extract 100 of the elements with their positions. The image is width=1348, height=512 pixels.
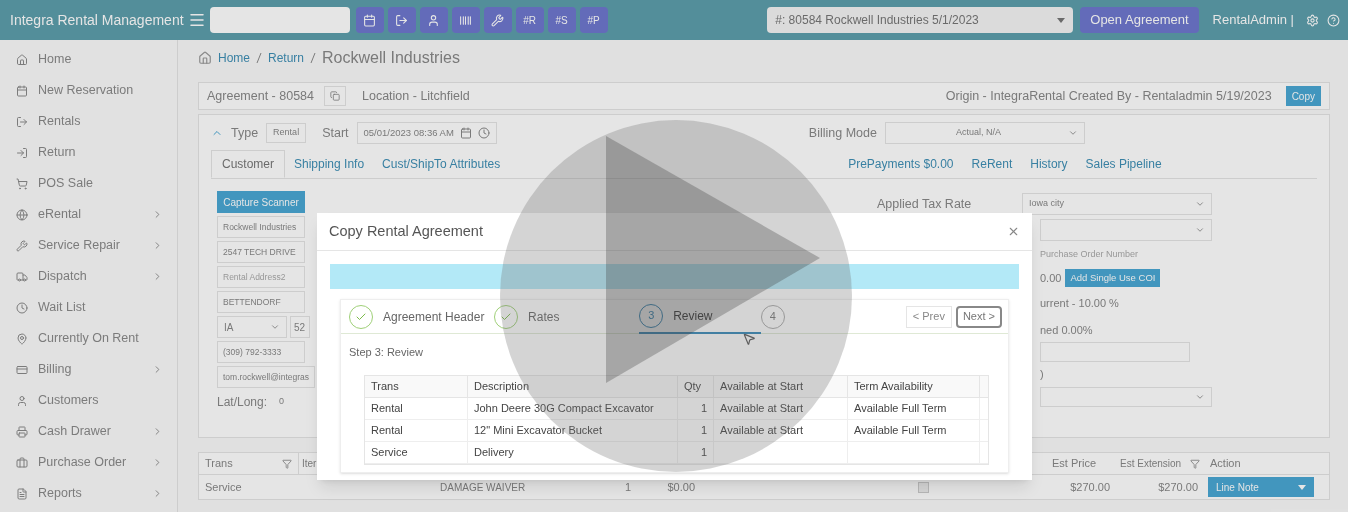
- sidebar-item[interactable]: Return: [0, 137, 177, 168]
- input-field[interactable]: tom.rockwell@integras: [217, 366, 316, 388]
- calendar-icon: [16, 84, 28, 97]
- tab[interactable]: Sales Pipeline: [1076, 150, 1171, 178]
- settings-icon[interactable]: [1306, 13, 1319, 27]
- start-date-field[interactable]: 05/01/2023 08:36 AM: [356, 122, 497, 144]
- input-field[interactable]: Rental Address2: [217, 266, 305, 288]
- user-icon: [427, 13, 441, 27]
- sidebar-item[interactable]: Rentals: [0, 106, 177, 137]
- sidebar-item[interactable]: Reports: [0, 478, 177, 509]
- copy-button[interactable]: Copy: [1285, 86, 1321, 106]
- lat-long-field[interactable]: 0: [273, 395, 291, 409]
- page-title: Rockwell Industries: [322, 48, 460, 68]
- step-title: Step 3: Review: [349, 345, 423, 360]
- caret-icon: [1057, 17, 1066, 23]
- column-header: Iter: [302, 457, 317, 471]
- dialog-title: Copy Rental Agreement: [329, 221, 484, 241]
- breadcrumb-link[interactable]: Return: [268, 49, 305, 67]
- coi-amount: 0.00: [1040, 270, 1062, 286]
- sidebar-item[interactable]: New Reservation: [0, 75, 177, 106]
- tab[interactable]: Cust/ShipTo Attributes: [373, 150, 510, 178]
- zip-field[interactable]: 52: [290, 316, 310, 338]
- sidebar-item[interactable]: eRental: [0, 199, 177, 230]
- table-cell-text: John Deere 30G Compact Excavator: [474, 400, 654, 416]
- table-cell-text: Available at Start: [720, 422, 803, 438]
- sidebar-item[interactable]: Service Repair: [0, 230, 177, 261]
- agreement-select[interactable]: #: 80584 Rockwell Industries 5/1/2023: [767, 7, 1074, 33]
- sidebar-item[interactable]: Dispatch: [0, 261, 177, 292]
- menu-icon: [187, 11, 206, 29]
- location-text: Location - Litchfield: [362, 87, 470, 105]
- sidebar-item[interactable]: Currently On Rent: [0, 323, 177, 354]
- column-header: Est Extension: [1120, 457, 1182, 471]
- input-field[interactable]: Rockwell Industries: [217, 216, 305, 238]
- wizard-step[interactable]: Agreement Header: [349, 299, 495, 334]
- briefcase-icon: [16, 456, 28, 469]
- sidebar-item[interactable]: Cash Drawer: [0, 416, 177, 447]
- breadcrumb-link[interactable]: Home: [218, 49, 250, 67]
- input-field[interactable]: 2547 TECH DRIVE: [217, 241, 305, 263]
- tab[interactable]: History: [1021, 150, 1077, 178]
- chevron-down-icon: [270, 322, 280, 332]
- copy-icon-button[interactable]: [324, 86, 346, 106]
- toolbar-button[interactable]: [387, 7, 416, 33]
- tab[interactable]: ReRent: [962, 150, 1022, 178]
- tab[interactable]: Customer: [211, 150, 285, 178]
- input-field[interactable]: (309) 792-3333: [217, 341, 305, 363]
- filter-icon[interactable]: [1190, 458, 1200, 469]
- toolbar-button[interactable]: [451, 7, 480, 33]
- shortcut-button[interactable]: #S: [547, 7, 576, 33]
- line-note-button[interactable]: Line Note: [1208, 477, 1314, 497]
- user-name[interactable]: RentalAdmin |: [1212, 10, 1294, 30]
- sidebar-item[interactable]: Purchase Order: [0, 447, 177, 478]
- table-cell-text: 12" Mini Excavator Bucket: [474, 422, 602, 438]
- filter-icon[interactable]: [282, 458, 292, 469]
- shortcut-button[interactable]: #P: [579, 7, 608, 33]
- table-cell-text: Rental: [371, 400, 403, 416]
- origin-text: Origin - IntegraRental Created By - Rentaladmin 5/19/2023: [945, 87, 1272, 105]
- toolbar-button[interactable]: [355, 7, 384, 33]
- table-cell-text: DAMAGE WAIVER: [439, 480, 527, 495]
- input-field[interactable]: BETTENDORF: [217, 291, 305, 313]
- tab[interactable]: PrePayments $0.00: [839, 150, 963, 178]
- card-icon: [16, 363, 28, 376]
- prev-button[interactable]: < Prev: [905, 305, 952, 328]
- select-field[interactable]: [1040, 219, 1212, 241]
- home-icon: [198, 51, 212, 65]
- billing-mode-select[interactable]: Actual, N/A: [884, 122, 1085, 144]
- next-button[interactable]: Next >: [955, 305, 1002, 328]
- shortcut-button[interactable]: #R: [515, 7, 544, 33]
- capture-scanner-button[interactable]: Capture Scanner: [217, 191, 305, 213]
- truck-icon: [16, 270, 28, 283]
- agreement-number: Agreement - 80584: [207, 87, 314, 105]
- po-number-field[interactable]: Purchase Order Number: [1040, 245, 1212, 265]
- sign-out-icon: [395, 13, 409, 27]
- add-coi-button[interactable]: Add Single Use COI: [1065, 269, 1161, 287]
- checkbox[interactable]: [918, 481, 929, 493]
- table-cell-text: $0.00: [666, 479, 696, 495]
- menu-button[interactable]: [187, 11, 206, 29]
- sign-in-icon: [16, 146, 28, 159]
- tax-rate-select[interactable]: Iowa city: [1022, 193, 1212, 215]
- toolbar-button[interactable]: [483, 7, 512, 33]
- search-field[interactable]: [209, 7, 350, 33]
- sidebar-item[interactable]: Wait List: [0, 292, 177, 323]
- help-icon[interactable]: [1327, 13, 1340, 27]
- toolbar-button[interactable]: [419, 7, 448, 33]
- printer-icon: [16, 425, 28, 438]
- table-cell-text: 1: [700, 400, 707, 416]
- state-select[interactable]: IA: [217, 316, 287, 338]
- column-header: Trans: [199, 453, 299, 474]
- close-icon[interactable]: [1007, 225, 1020, 238]
- column-header: Est Price: [1051, 456, 1097, 472]
- cart-icon: [16, 177, 28, 190]
- table-cell-text: 1: [623, 479, 632, 495]
- input-field[interactable]: [1040, 342, 1190, 362]
- tab[interactable]: Shipping Info: [285, 150, 374, 178]
- sidebar-item[interactable]: POS Sale: [0, 168, 177, 199]
- select-field[interactable]: [1040, 386, 1212, 407]
- sidebar-item[interactable]: Billing: [0, 354, 177, 385]
- tax-rate-label: Applied Tax Rate: [877, 195, 973, 213]
- sidebar-item[interactable]: Home: [0, 44, 177, 75]
- open-agreement-button[interactable]: Open Agreement: [1080, 7, 1199, 33]
- sidebar-item[interactable]: Customers: [0, 385, 177, 416]
